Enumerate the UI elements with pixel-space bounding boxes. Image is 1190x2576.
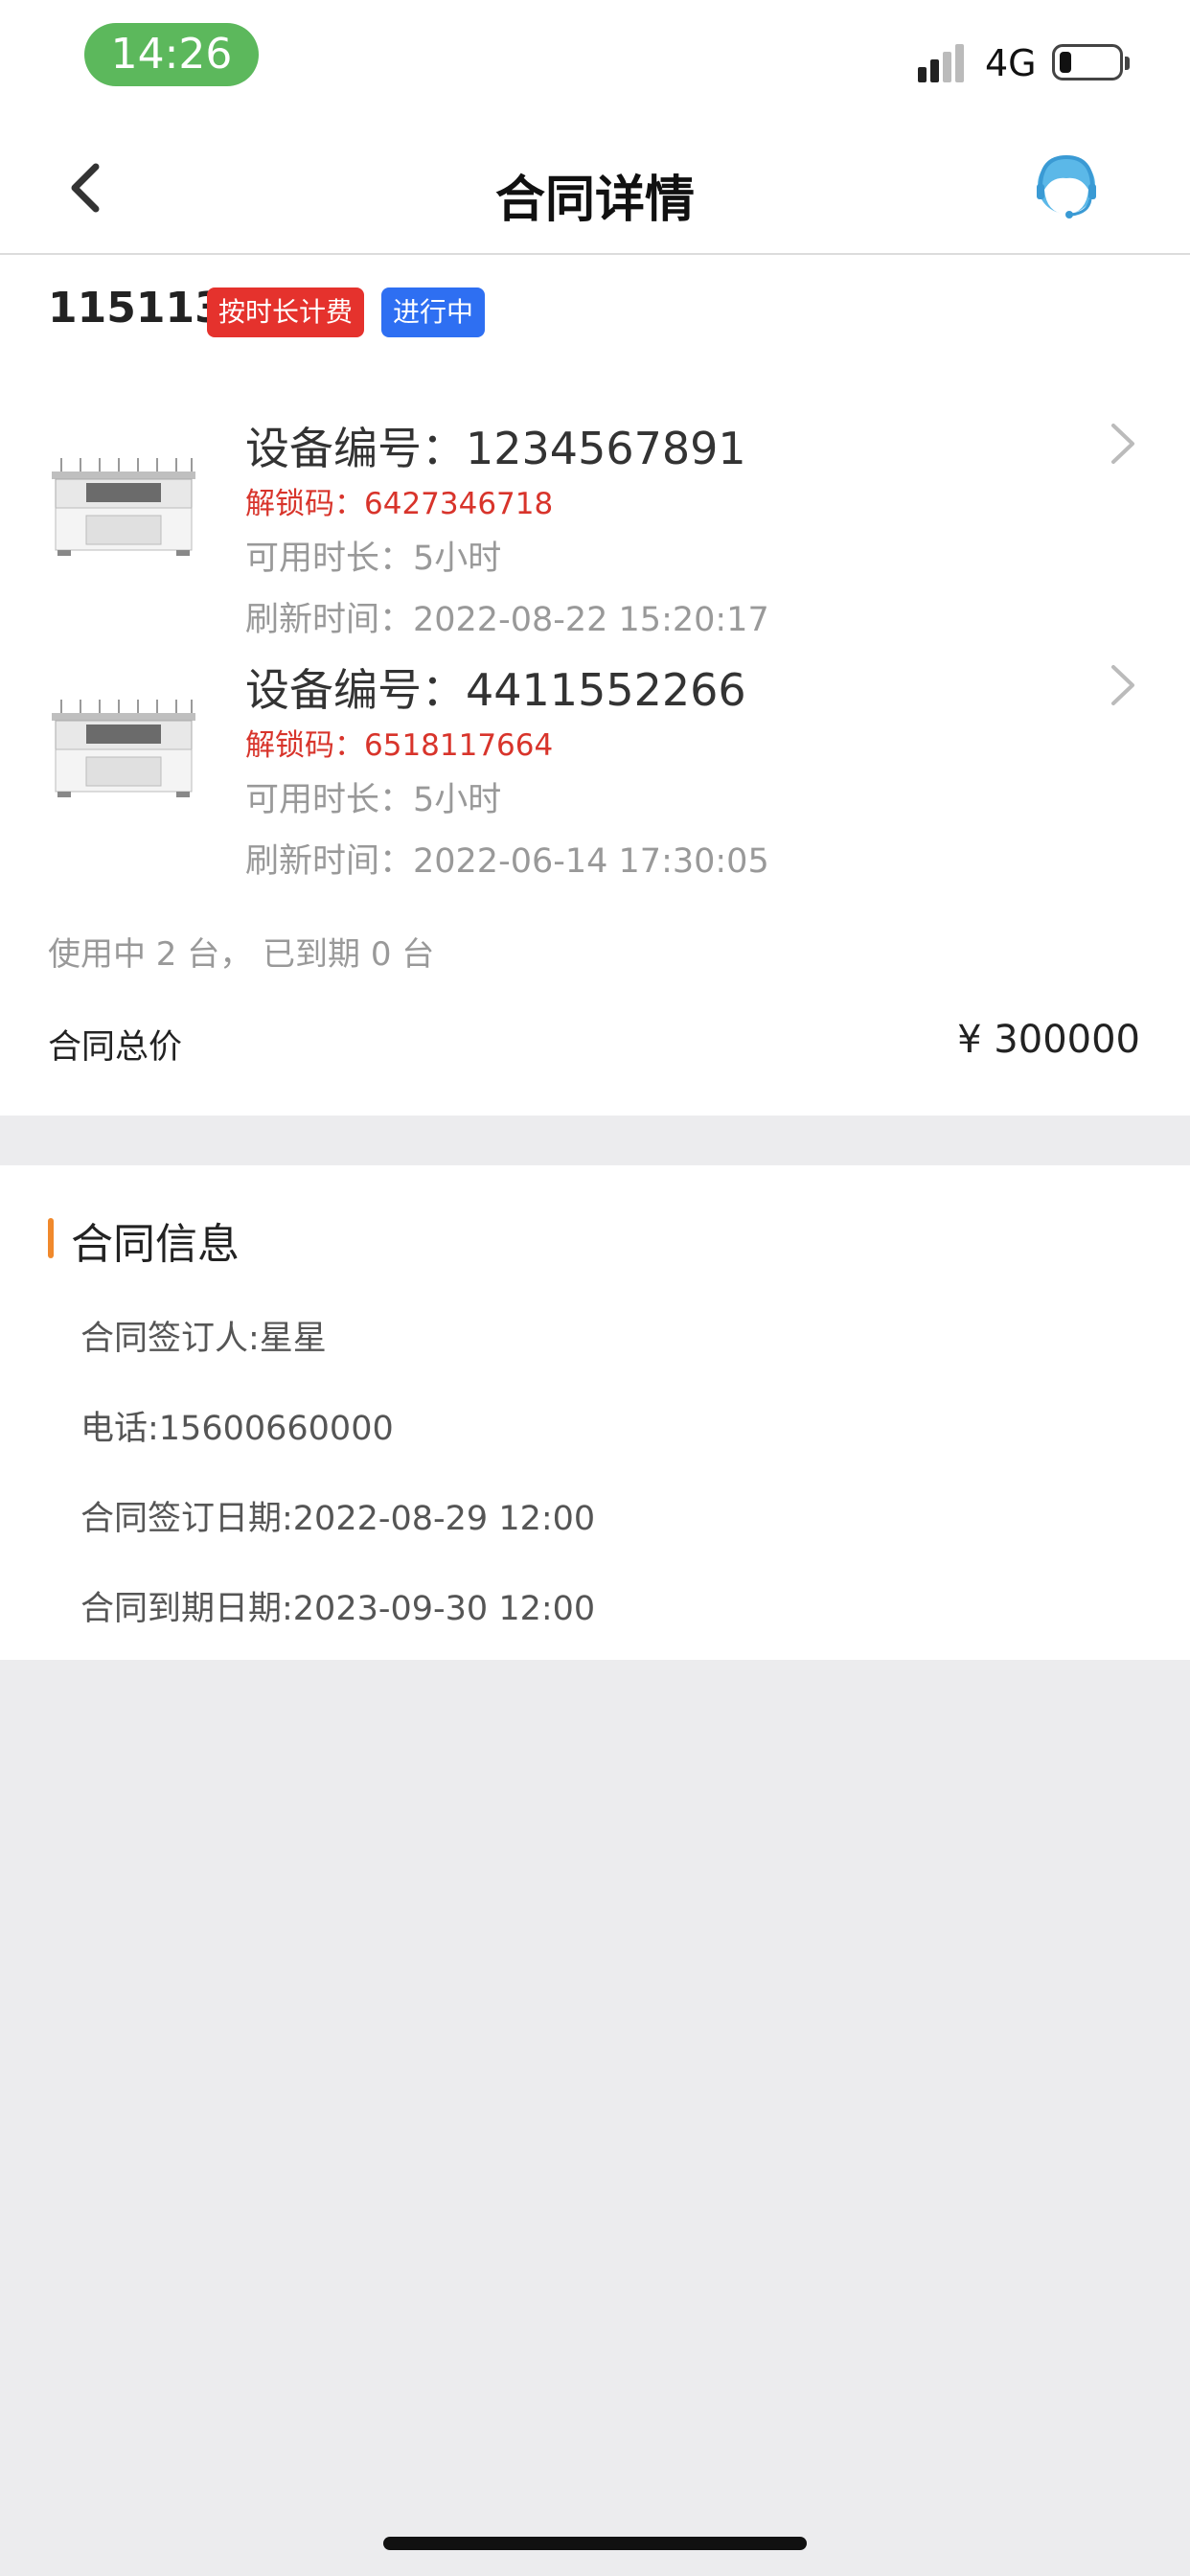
phone-text: 电话:15600660000 bbox=[80, 1410, 394, 1448]
section-title: 合同信息 bbox=[71, 1220, 240, 1269]
nav-bar: 合同详情 bbox=[0, 125, 1190, 255]
contract-info-section: 合同信息 合同签订人:星星 电话:15600660000 合同签订日期:2022… bbox=[0, 1165, 1190, 1660]
expire-date-text: 合同到期日期:2023-09-30 12:00 bbox=[80, 1590, 596, 1628]
available-hours: 可用时长：5小时 bbox=[245, 781, 502, 819]
usage-summary: 使用中 2 台， 已到期 0 台 bbox=[48, 935, 435, 974]
home-indicator[interactable] bbox=[383, 2537, 807, 2550]
chevron-right-icon bbox=[1108, 661, 1138, 709]
available-hours: 可用时长：5小时 bbox=[245, 540, 502, 578]
total-price-value: ¥ 300000 bbox=[957, 1018, 1140, 1062]
device-number: 设备编号：4411552266 bbox=[245, 664, 746, 716]
refresh-time: 刷新时间：2022-08-22 15:20:17 bbox=[245, 601, 769, 639]
chevron-right-icon bbox=[1108, 420, 1138, 468]
battery-icon bbox=[1052, 44, 1130, 80]
page-title: 合同详情 bbox=[494, 172, 695, 229]
section-accent-bar bbox=[48, 1218, 54, 1258]
customer-service-icon[interactable] bbox=[1033, 151, 1100, 224]
contract-card: 115113 按时长计费 进行中 设备编号：1234567891 解锁码：642… bbox=[0, 255, 1190, 1116]
billing-tag: 按时长计费 bbox=[207, 288, 365, 337]
status-badge: 进行中 bbox=[381, 288, 486, 337]
device-item[interactable]: 设备编号：1234567891 解锁码：6427346718 可用时长：5小时 … bbox=[0, 414, 1190, 656]
unlock-code: 解锁码：6518117664 bbox=[245, 728, 554, 763]
contract-number: 115113 bbox=[48, 284, 224, 333]
status-time: 14:26 bbox=[84, 23, 259, 86]
signal-icon bbox=[918, 44, 970, 82]
device-item[interactable]: 设备编号：4411552266 解锁码：6518117664 可用时长：5小时 … bbox=[0, 656, 1190, 897]
unlock-code: 解锁码：6427346718 bbox=[245, 487, 554, 521]
network-label: 4G bbox=[985, 42, 1037, 84]
sign-date-text: 合同签订日期:2022-08-29 12:00 bbox=[80, 1500, 596, 1538]
machine-image bbox=[48, 694, 201, 801]
total-price-label: 合同总价 bbox=[48, 1028, 183, 1067]
refresh-time: 刷新时间：2022-06-14 17:30:05 bbox=[245, 842, 769, 881]
device-number: 设备编号：1234567891 bbox=[245, 423, 746, 474]
machine-image bbox=[48, 452, 201, 560]
status-bar: 14:26 4G bbox=[0, 0, 1190, 125]
signer-text: 合同签订人:星星 bbox=[80, 1320, 327, 1358]
